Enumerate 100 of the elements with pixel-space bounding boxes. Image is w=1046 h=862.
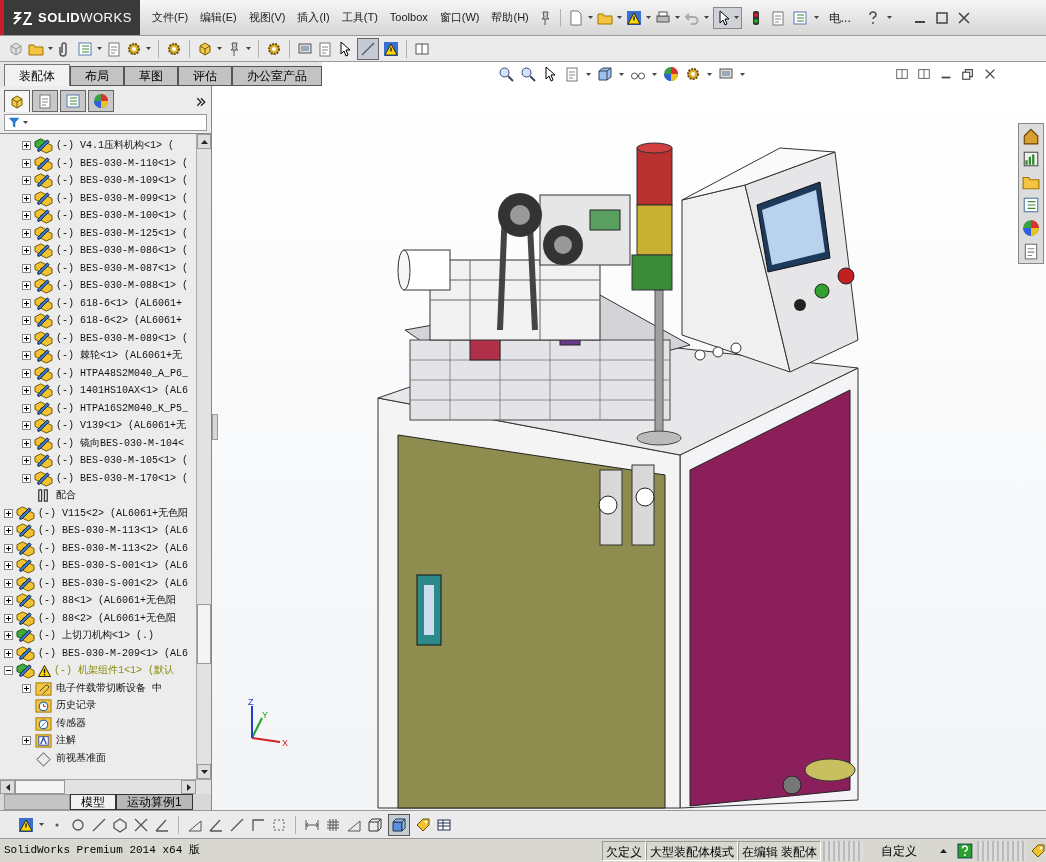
tree-item-label[interactable]: (-) 镜向BES-030-M-104< (56, 435, 185, 451)
help-icon[interactable] (956, 842, 973, 859)
select-button[interactable] (712, 6, 742, 29)
tree-item-label[interactable]: (-) BES-030-M-209<1> (AL6 (38, 645, 189, 661)
tree-item-label[interactable]: (-) BES-030-M-170<1> ( (56, 470, 189, 486)
collapse-icon[interactable] (4, 666, 13, 676)
warning-icon[interactable] (18, 816, 34, 833)
tree-item-label[interactable]: (-) BES-030-M-089<1> ( (56, 330, 189, 346)
caret-icon[interactable] (813, 16, 819, 19)
crossed-lines-icon[interactable] (133, 816, 149, 833)
tree-item-label[interactable]: (-) 88<2> (AL6061+无色阳 (38, 610, 177, 626)
command-tab[interactable]: 布局 (70, 66, 124, 86)
warning-icon[interactable] (625, 9, 642, 26)
menu-item[interactable]: 视图(V) (242, 9, 292, 26)
expand-icon[interactable] (4, 596, 13, 606)
expand-icon[interactable] (4, 578, 13, 588)
maximize-icon[interactable] (933, 9, 950, 26)
gear-icon[interactable] (166, 40, 182, 57)
expand-icon[interactable] (22, 263, 31, 273)
line-icon[interactable] (91, 816, 107, 833)
tree-item-label[interactable]: (-) 上切刀机构<1> (.) (38, 628, 154, 644)
filter-field[interactable] (4, 114, 207, 131)
split-view-icon[interactable] (895, 67, 909, 81)
caret-icon[interactable] (217, 47, 222, 50)
clipboard-icon[interactable] (317, 40, 333, 57)
gear-icon[interactable] (266, 40, 282, 57)
split-view-icon[interactable] (414, 40, 430, 57)
expand-icon[interactable] (4, 631, 13, 641)
tree-item-label[interactable]: 注解 (56, 733, 76, 749)
caret-icon[interactable] (39, 823, 44, 826)
caret-icon[interactable] (740, 72, 745, 76)
expand-icon[interactable] (22, 141, 31, 151)
tree-item-label[interactable]: (-) V139<1> (AL6061+无 (56, 418, 187, 434)
tree-item-label[interactable]: (-) BES-030-M-113<2> (AL6 (38, 540, 189, 556)
scroll-left-icon[interactable] (5, 783, 10, 791)
grid-icon[interactable] (325, 816, 341, 833)
menu-item[interactable]: 帮助(H) (485, 9, 535, 26)
scroll-right-icon[interactable] (186, 783, 191, 791)
expand-icon[interactable] (22, 176, 31, 186)
expand-icon[interactable] (22, 246, 31, 256)
command-tab[interactable]: 装配体 (4, 64, 70, 86)
caret-icon[interactable] (645, 16, 651, 19)
tag-icon[interactable] (415, 816, 431, 833)
menu-item[interactable]: 文件(F) (146, 9, 195, 26)
caret-up-icon[interactable] (939, 848, 947, 853)
panel-collapse-handle[interactable] (212, 414, 218, 440)
expand-icon[interactable] (22, 333, 31, 343)
tree-item-label[interactable]: (-) BES-030-M-100<1> ( (56, 208, 189, 224)
tree-item-label[interactable]: (-) BES-030-M-086<1> ( (56, 243, 189, 259)
tree-item-label[interactable]: (-) BES-030-M-087<1> ( (56, 260, 189, 276)
expand-icon[interactable] (22, 193, 31, 203)
expand-icon[interactable] (22, 683, 31, 693)
printer-icon[interactable] (654, 9, 671, 26)
tree-item-label[interactable]: (-) BES-030-M-088<1> ( (56, 278, 189, 294)
table-icon[interactable] (436, 816, 452, 833)
expand-icon[interactable] (4, 543, 13, 553)
expand-icon[interactable] (22, 438, 31, 448)
bottom-tab[interactable]: 运动算例1 (116, 794, 193, 810)
caret-icon[interactable] (587, 16, 593, 19)
tree-item-label[interactable]: 电子件载带切断设备 中 (56, 680, 162, 696)
expand-icon[interactable] (22, 736, 31, 746)
gear-icon[interactable] (126, 40, 142, 57)
monitor-icon[interactable] (718, 66, 734, 82)
tree-item-label[interactable]: (-) BES-030-M-105<1> ( (56, 453, 189, 469)
caret-icon[interactable] (733, 16, 739, 19)
tag-icon[interactable] (1030, 842, 1046, 859)
panel-tab[interactable] (88, 90, 114, 112)
tree-item-label[interactable]: (-) BES-030-M-110<1> ( (56, 155, 189, 171)
wireframe-cube-icon[interactable] (367, 816, 383, 833)
scrollbar-thumb[interactable] (197, 604, 211, 664)
expand-icon[interactable] (22, 211, 31, 221)
double-chevron-icon[interactable] (195, 96, 207, 108)
expand-icon[interactable] (4, 526, 13, 536)
command-tab[interactable]: 草图 (124, 66, 178, 86)
panel-tab[interactable] (60, 90, 86, 112)
menu-item[interactable]: 编辑(E) (194, 9, 243, 26)
zoom-icon[interactable] (498, 66, 514, 82)
command-tab[interactable]: 评估 (178, 66, 232, 86)
expand-icon[interactable] (22, 298, 31, 308)
tree-item-label[interactable]: (-) 1401HS10AX<1> (AL6 (56, 383, 189, 399)
scroll-down-icon[interactable] (200, 769, 208, 774)
clipboard-icon[interactable] (1022, 242, 1040, 260)
panel-tab[interactable] (4, 90, 30, 112)
clipboard-icon[interactable] (106, 40, 122, 57)
caret-icon[interactable] (652, 72, 657, 76)
checklist-icon[interactable] (1022, 196, 1040, 214)
tree-item-label[interactable]: (-) 棘轮<1> (AL6061+无 (56, 348, 182, 364)
cube-icon[interactable] (197, 40, 213, 57)
polygon-icon[interactable] (112, 816, 128, 833)
bottom-tab[interactable]: 模型 (70, 794, 116, 810)
expand-icon[interactable] (22, 281, 31, 291)
tree-item-label[interactable]: (-) BES-030-M-113<1> (AL6 (38, 523, 189, 539)
caret-icon[interactable] (707, 72, 712, 76)
expand-icon[interactable] (22, 368, 31, 378)
menu-item[interactable]: 工具(T) (335, 9, 384, 26)
house-icon[interactable] (1022, 127, 1040, 145)
scroll-up-icon[interactable] (200, 139, 208, 144)
expand-icon[interactable] (22, 228, 31, 238)
tree-item-label[interactable]: (-) V4.1压料机构<1> ( (56, 138, 174, 154)
expand-icon[interactable] (22, 421, 31, 431)
